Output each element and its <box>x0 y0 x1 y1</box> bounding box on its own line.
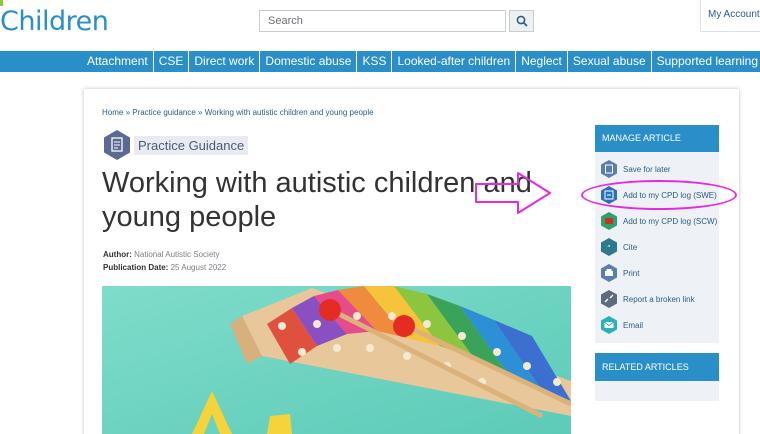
nav-item-domestic-abuse[interactable]: Domestic abuse <box>259 51 356 72</box>
nav-item-attachment[interactable]: Attachment <box>82 51 153 72</box>
nav-item-looked-after-children[interactable]: Looked-after children <box>391 51 515 72</box>
add-cpd-scw-label: Add to my CPD log (SCW) <box>623 216 718 226</box>
article-hero-image <box>102 286 571 434</box>
nav-item-cse[interactable]: CSE <box>152 51 189 72</box>
document-icon <box>104 130 130 160</box>
manage-article-panel: MANAGE ARTICLE Save for later Add to my … <box>595 125 719 343</box>
email-link[interactable]: Email <box>600 315 643 335</box>
cite-link[interactable]: “ Cite <box>600 237 637 257</box>
annotation-highlight-ellipse <box>581 180 737 210</box>
email-label: Email <box>623 320 644 330</box>
my-account-link[interactable]: My Account <box>708 9 760 20</box>
svg-text:“: “ <box>607 244 611 252</box>
annotation-arrow-icon <box>475 172 551 214</box>
save-for-later-link[interactable]: Save for later <box>600 159 671 179</box>
author-line: Author: National Autistic Society <box>103 250 220 259</box>
nav-item-direct-work[interactable]: Direct work <box>188 51 259 72</box>
save-for-later-label: Save for later <box>623 164 671 174</box>
author-label: Author: <box>103 250 132 259</box>
save-icon <box>601 160 617 178</box>
nav-item-sexual-abuse[interactable]: Sexual abuse <box>566 51 651 72</box>
cite-icon: “ <box>601 238 617 256</box>
search-input[interactable]: Search <box>259 10 506 32</box>
cite-label: Cite <box>623 242 638 252</box>
broken-link-icon <box>601 290 617 308</box>
publication-date-value: 25 August 2022 <box>170 263 227 272</box>
breadcrumb[interactable]: Home » Practice guidance » Working with … <box>102 108 374 117</box>
related-articles-heading[interactable]: RELATED ARTICLES <box>595 353 719 381</box>
add-cpd-scw-link[interactable]: Add to my CPD log (SCW) <box>600 211 717 231</box>
related-articles-panel <box>595 381 719 401</box>
report-broken-link[interactable]: Report a broken link <box>600 289 695 309</box>
publication-date-line: Publication Date: 25 August 2022 <box>103 263 226 272</box>
manage-article-heading: MANAGE ARTICLE <box>595 125 719 152</box>
site-logo[interactable]: Children <box>0 6 109 37</box>
content-type-badge: Practice Guidance <box>102 130 249 160</box>
nav-item-kss[interactable]: KSS <box>356 51 391 72</box>
cpd-scw-icon <box>601 212 617 230</box>
nav-item-supported-learning[interactable]: Supported learning <box>650 51 760 72</box>
badge-label: Practice Guidance <box>134 135 249 155</box>
nav-item-neglect[interactable]: Neglect <box>515 51 567 72</box>
xylophone-illustration <box>102 286 571 434</box>
print-icon <box>601 264 617 282</box>
print-label: Print <box>623 268 640 278</box>
publication-date-label: Publication Date: <box>103 263 169 272</box>
print-link[interactable]: Print <box>600 263 639 283</box>
search-icon <box>516 15 528 27</box>
main-nav: Attachment CSE Direct work Domestic abus… <box>0 51 760 72</box>
report-broken-link-label: Report a broken link <box>623 294 695 304</box>
search-button[interactable] <box>509 10 534 32</box>
author-value: National Autistic Society <box>134 250 220 259</box>
email-icon <box>601 316 617 334</box>
